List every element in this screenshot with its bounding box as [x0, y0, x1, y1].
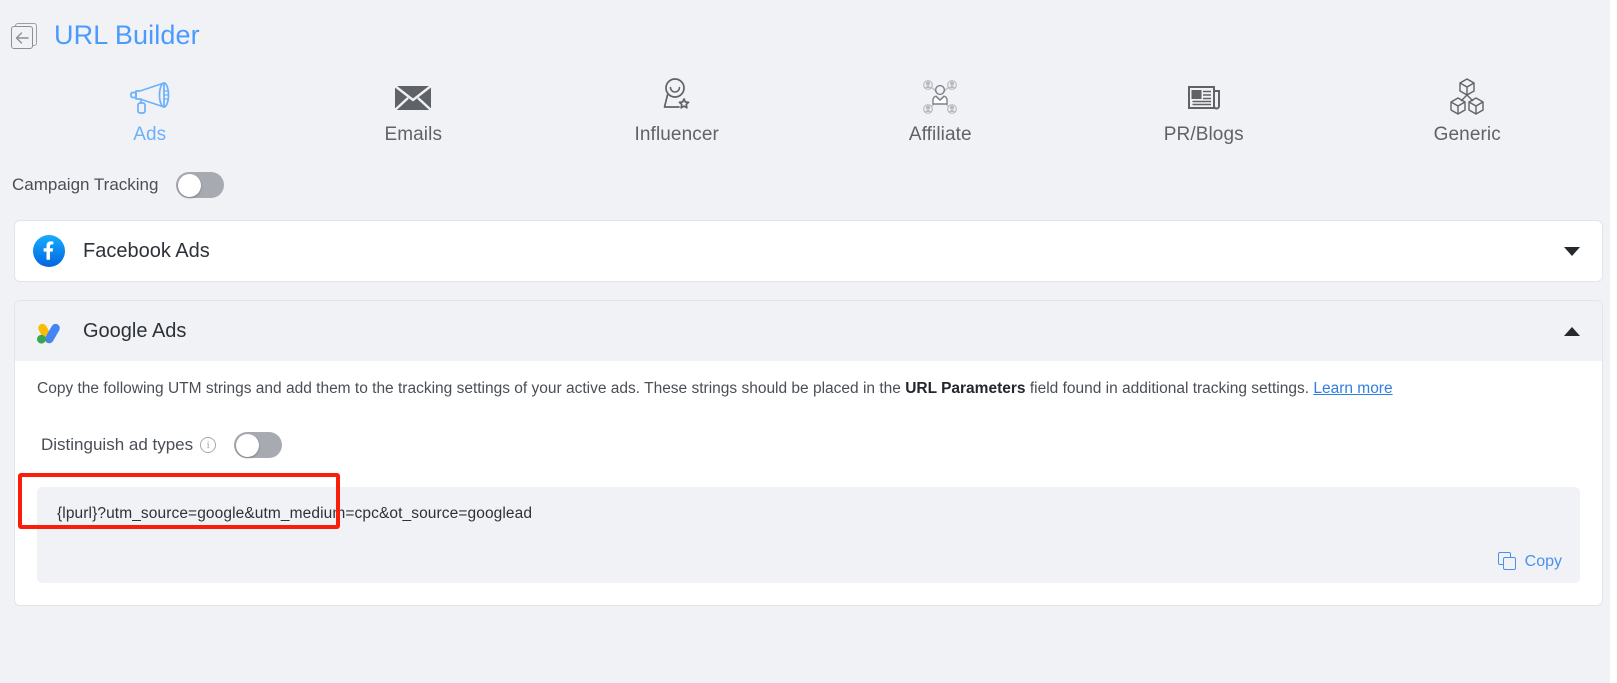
copy-button[interactable]: Copy — [1497, 552, 1562, 571]
chevron-up-icon[interactable] — [1564, 326, 1580, 336]
tab-label-influencer: Influencer — [634, 124, 719, 145]
google-ads-description: Copy the following UTM strings and add t… — [37, 377, 1580, 401]
google-ads-header[interactable]: Google Ads — [15, 301, 1602, 361]
distinguish-ad-types-label: Distinguish ad types — [41, 435, 194, 455]
desc-text-1: Copy the following UTM strings and add t… — [37, 380, 906, 397]
influencer-person-star-icon — [655, 74, 699, 116]
tab-influencer[interactable]: Influencer — [545, 64, 809, 146]
back-icon-card-front — [11, 26, 33, 49]
campaign-tracking-toggle[interactable] — [176, 172, 225, 198]
tab-ads[interactable]: Ads — [18, 64, 282, 146]
tab-label-ads: Ads — [133, 124, 167, 145]
tab-label-generic: Generic — [1433, 124, 1501, 145]
campaign-tracking-label: Campaign Tracking — [12, 175, 159, 194]
google-ads-logo — [33, 315, 65, 347]
channel-card-facebook-ads: Facebook Ads — [14, 220, 1603, 282]
distinguish-ad-types-row: Distinguish ad types i — [37, 427, 1580, 463]
channel-tabs: Ads Emails Influencer Affiliate PR/Blogs… — [18, 56, 1599, 146]
learn-more-link[interactable]: Learn more — [1313, 380, 1392, 397]
tab-generic[interactable]: Generic — [1336, 64, 1600, 146]
megaphone-icon — [128, 74, 172, 116]
tab-label-affiliate: Affiliate — [908, 124, 972, 145]
utm-string-value[interactable]: {lpurl}?utm_source=google&utm_medium=cpc… — [57, 505, 1560, 523]
url-builder-page: URL Builder Ads Emails Influencer Affili… — [0, 0, 1617, 683]
page-title: URL Builder — [54, 19, 200, 50]
utm-string-box: {lpurl}?utm_source=google&utm_medium=cpc… — [37, 487, 1580, 584]
tab-pr-blogs[interactable]: PR/Blogs — [1072, 64, 1336, 146]
arrow-left-glyph — [15, 31, 29, 44]
page-header: URL Builder — [0, 0, 1617, 56]
cubes-icon — [1445, 74, 1489, 116]
tab-emails[interactable]: Emails — [282, 64, 546, 146]
facebook-logo — [33, 235, 65, 267]
campaign-tracking-row: Campaign Tracking — [12, 168, 1617, 202]
copy-icon — [1497, 552, 1517, 571]
toggle-knob — [177, 173, 201, 197]
affiliate-network-icon — [917, 74, 963, 116]
chevron-down-icon[interactable] — [1564, 246, 1580, 256]
tab-affiliate[interactable]: Affiliate — [809, 64, 1073, 146]
toggle-knob — [235, 433, 259, 457]
desc-bold-url-parameters: URL Parameters — [905, 380, 1026, 397]
copy-icon-front-square — [1502, 557, 1516, 571]
desc-text-2: field found in additional tracking setti… — [1025, 380, 1314, 397]
info-icon[interactable]: i — [200, 437, 217, 454]
newspaper-icon — [1182, 74, 1226, 116]
channel-card-google-ads: Google Ads Copy the following UTM string… — [14, 300, 1603, 607]
page-right-edge — [1610, 0, 1617, 683]
tab-label-pr-blogs: PR/Blogs — [1163, 124, 1244, 145]
copy-button-label: Copy — [1524, 552, 1562, 570]
envelope-icon — [391, 74, 435, 116]
facebook-ads-title: Facebook Ads — [83, 239, 210, 262]
back-arrow-icon[interactable] — [10, 20, 40, 50]
google-ads-title: Google Ads — [83, 319, 187, 342]
distinguish-ad-types-toggle[interactable] — [234, 432, 283, 459]
facebook-ads-header[interactable]: Facebook Ads — [15, 221, 1602, 281]
tab-label-emails: Emails — [384, 124, 443, 145]
google-ads-body: Copy the following UTM strings and add t… — [15, 361, 1602, 606]
